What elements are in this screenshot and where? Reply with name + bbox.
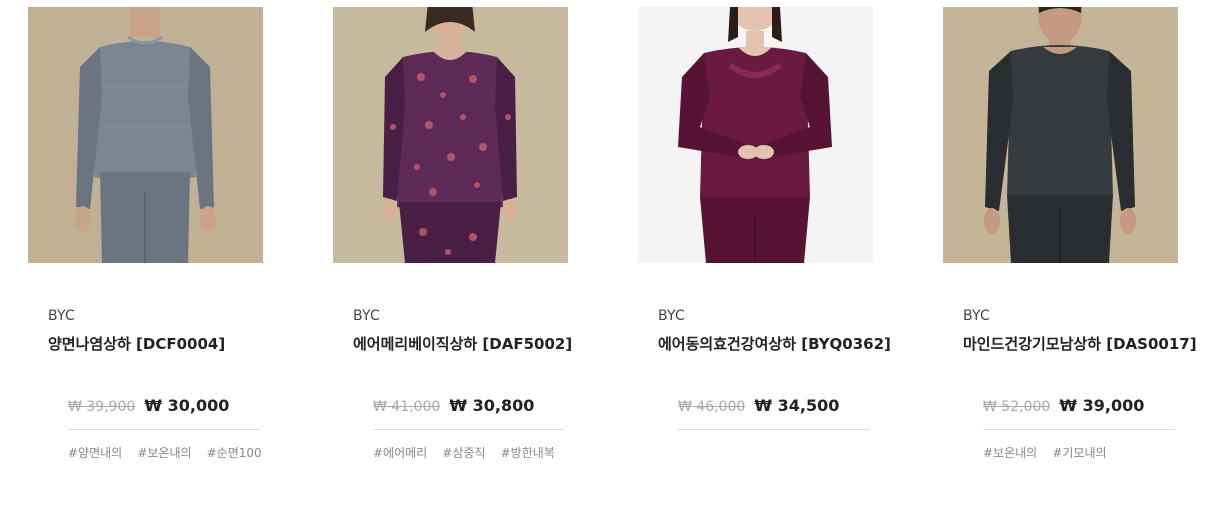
product-photo-female-floral [333, 7, 568, 263]
divider [678, 429, 870, 430]
original-price: ₩ 52,000 [983, 399, 1051, 415]
tag-link[interactable]: #보온내의 [137, 446, 191, 460]
tag-list: #양면내의 #보온내의 #순면100 [68, 442, 272, 461]
tag-link[interactable]: #에어메리 [373, 446, 427, 460]
price-block: ₩ 46,000 ₩ 34,500 [678, 396, 839, 415]
product-brand: BYC [658, 308, 686, 324]
product-name[interactable]: 에어메리베이직상하 [DAF5002] [353, 333, 572, 354]
product-name[interactable]: 양면나염상하 [DCF0004] [48, 333, 225, 354]
product-brand: BYC [353, 308, 381, 324]
product-card[interactable]: BYC 에어동의효건강여상하 [BYQ0362] ₩ 46,000 ₩ 34,5… [638, 0, 918, 505]
price-block: ₩ 41,000 ₩ 30,800 [373, 396, 534, 415]
sale-price: ₩ 34,500 [754, 396, 840, 415]
tag-list: #에어메리 #삼중직 #방한내복 [373, 442, 565, 461]
price-block: ₩ 39,900 ₩ 30,000 [68, 396, 229, 415]
tag-link[interactable]: #방한내복 [501, 446, 555, 460]
sale-price: ₩ 30,800 [449, 396, 535, 415]
original-price: ₩ 41,000 [373, 399, 441, 415]
product-card[interactable]: BYC 양면나염상하 [DCF0004] ₩ 39,900 ₩ 30,000 #… [28, 0, 308, 505]
price-block: ₩ 52,000 ₩ 39,000 [983, 396, 1144, 415]
divider [373, 429, 565, 430]
tag-link[interactable]: #기모내의 [1052, 446, 1106, 460]
sale-price: ₩ 39,000 [1059, 396, 1145, 415]
tag-link[interactable]: #삼중직 [442, 446, 485, 460]
product-grid: BYC 양면나염상하 [DCF0004] ₩ 39,900 ₩ 30,000 #… [0, 0, 1216, 505]
tag-link[interactable]: #보온내의 [983, 446, 1037, 460]
product-brand: BYC [963, 308, 991, 324]
product-photo-male-charcoal [943, 7, 1178, 263]
product-image[interactable] [333, 7, 568, 263]
original-price: ₩ 39,900 [68, 399, 136, 415]
product-name[interactable]: 에어동의효건강여상하 [BYQ0362] [658, 333, 891, 354]
product-image[interactable] [943, 7, 1178, 263]
product-brand: BYC [48, 308, 76, 324]
divider [983, 429, 1175, 430]
product-photo-male-grey [28, 7, 263, 263]
product-name[interactable]: 마인드건강기모남상하 [DAS0017] [963, 333, 1197, 354]
tag-link[interactable]: #양면내의 [68, 446, 122, 460]
product-image[interactable] [28, 7, 263, 263]
product-card[interactable]: BYC 에어메리베이직상하 [DAF5002] ₩ 41,000 ₩ 30,80… [333, 0, 613, 505]
product-card[interactable]: BYC 마인드건강기모남상하 [DAS0017] ₩ 52,000 ₩ 39,0… [943, 0, 1216, 505]
product-image[interactable] [638, 7, 873, 263]
tag-link[interactable]: #순면100 [207, 446, 262, 460]
tag-list: #보온내의 #기모내의 [983, 442, 1117, 461]
product-photo-female-burgundy [638, 7, 873, 263]
original-price: ₩ 46,000 [678, 399, 746, 415]
divider [68, 429, 260, 430]
sale-price: ₩ 30,000 [144, 396, 230, 415]
